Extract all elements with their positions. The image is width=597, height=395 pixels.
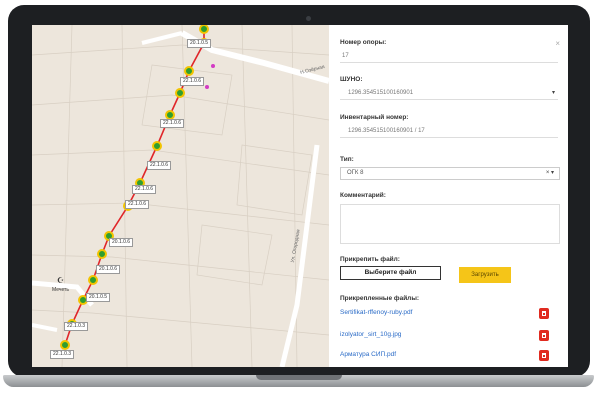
- pole-label: 20.1.0.6: [109, 238, 134, 247]
- pole-label: 20.1.0.6: [96, 265, 121, 274]
- pole-marker[interactable]: [199, 25, 209, 34]
- pole-number-field[interactable]: 17: [340, 50, 558, 63]
- shuno-value: 1296.354515100160901: [348, 90, 414, 96]
- shuno-label: ШУНО:: [340, 76, 363, 83]
- trash-icon[interactable]: [539, 330, 549, 341]
- road-north-west: [141, 31, 183, 45]
- map-view[interactable]: Н.Озёрная Ул. Огородная ☪ Мечеть 20.1.0.…: [32, 25, 329, 367]
- laptop-notch: [256, 375, 342, 380]
- trash-icon[interactable]: [539, 308, 549, 319]
- pole-label: 22.1.0.6: [132, 185, 157, 194]
- mosque-icon: ☪: [57, 276, 65, 285]
- pole-label: 20.1.0.5: [86, 293, 111, 302]
- attach-file-label: Прикрепить файл:: [340, 256, 400, 263]
- choose-file-button[interactable]: Выберите файл: [340, 266, 441, 280]
- pole-label: 22.1.0.3: [64, 322, 89, 331]
- close-icon[interactable]: ×: [555, 39, 560, 48]
- pole-label: 22.1.0.6: [147, 161, 172, 170]
- inventory-number-label: Инвентарный номер:: [340, 114, 409, 121]
- poi-label: Мечеть: [52, 287, 69, 293]
- shuno-select[interactable]: 1296.354515100160901 ▾: [340, 87, 558, 100]
- type-select[interactable]: ОГК 8 × ▾: [340, 167, 560, 180]
- pole-marker[interactable]: [152, 141, 162, 151]
- pole-number-label: Номер опоры:: [340, 39, 387, 46]
- comment-label: Комментарий:: [340, 192, 386, 199]
- attached-files-label: Прикрепленные файлы:: [340, 295, 420, 302]
- pole-marker[interactable]: [184, 66, 194, 76]
- pole-marker[interactable]: [175, 88, 185, 98]
- pin-icon: [211, 64, 215, 68]
- attached-file-link[interactable]: Арматура СИП.pdf: [340, 351, 396, 358]
- type-value: ОГК 8: [347, 170, 364, 176]
- attached-file-link[interactable]: izolyator_sirt_10g.jpg: [340, 331, 401, 338]
- upload-button[interactable]: Загрузить: [459, 267, 511, 283]
- pole-marker[interactable]: [88, 275, 98, 285]
- pole-label: 22.1.0.6: [180, 77, 205, 86]
- pole-marker[interactable]: [165, 110, 175, 120]
- clear-chevron-icon[interactable]: × ▾: [546, 168, 554, 179]
- trash-icon[interactable]: [539, 350, 549, 361]
- pole-label: 22.1.0.6: [160, 119, 185, 128]
- camera-dot: [306, 16, 311, 21]
- pole-marker[interactable]: [97, 249, 107, 259]
- chevron-down-icon[interactable]: ▾: [552, 87, 555, 100]
- type-label: Тип:: [340, 156, 354, 163]
- pin-icon: [205, 85, 209, 89]
- attached-file-link[interactable]: Sertifikat-rffenoy-ruby.pdf: [340, 309, 412, 316]
- road-southwest: [32, 323, 58, 332]
- pole-label: 20.1.0.5: [187, 39, 212, 48]
- app-screen: Н.Озёрная Ул. Огородная ☪ Мечеть 20.1.0.…: [32, 25, 568, 367]
- comment-textarea[interactable]: [340, 204, 560, 244]
- pole-marker[interactable]: [60, 340, 70, 350]
- pole-details-panel: × Номер опоры: 17 ШУНО: 1296.35451510016…: [329, 25, 568, 367]
- pole-label: 22.1.0.3: [50, 350, 75, 359]
- pole-label: 22.1.0.6: [125, 200, 150, 209]
- inventory-number-field[interactable]: 1296.354515100160901 / 17: [340, 125, 558, 138]
